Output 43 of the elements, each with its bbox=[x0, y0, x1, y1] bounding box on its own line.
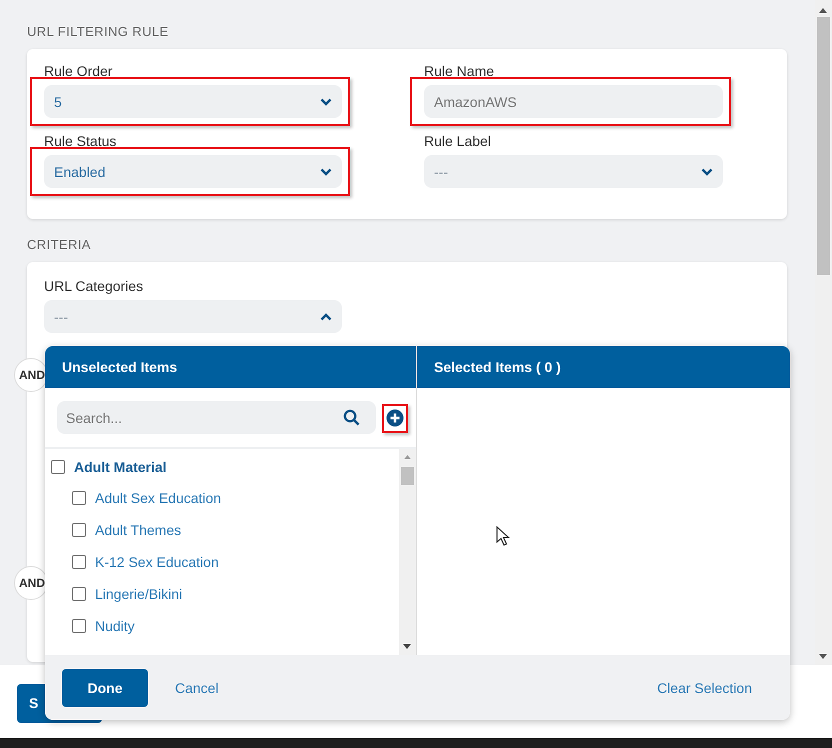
section-title: URL FILTERING RULE bbox=[27, 24, 170, 41]
category-item[interactable]: Adult Material bbox=[74, 459, 167, 475]
field-label: Rule Status bbox=[44, 133, 118, 151]
panel-header: Unselected Items bbox=[45, 346, 416, 388]
done-button[interactable]: Done bbox=[62, 668, 148, 706]
checkbox[interactable] bbox=[72, 619, 86, 633]
search-icon bbox=[343, 409, 360, 426]
scroll-thumb[interactable] bbox=[817, 17, 830, 275]
field-label: Rule Order bbox=[44, 63, 114, 81]
cancel-link[interactable]: Cancel bbox=[175, 680, 219, 696]
category-item[interactable]: Nudity bbox=[95, 618, 135, 634]
chevron-down-icon bbox=[701, 168, 713, 176]
select-field[interactable]: --- bbox=[44, 300, 342, 333]
category-item[interactable]: Adult Themes bbox=[95, 522, 182, 538]
chevron-down-icon bbox=[320, 98, 332, 106]
clear-selection-link[interactable]: Clear Selection bbox=[657, 680, 752, 696]
scrollbar[interactable] bbox=[399, 449, 416, 655]
category-item[interactable]: Lingerie/Bikini bbox=[95, 586, 182, 602]
chevron-down-icon bbox=[320, 168, 332, 176]
chevron-up-icon bbox=[320, 312, 332, 320]
category-item[interactable]: K-12 Sex Education bbox=[95, 554, 219, 570]
panel-header: Selected Items ( 0 ) bbox=[417, 346, 790, 388]
mouse-pointer-icon bbox=[496, 526, 510, 547]
scroll-up-icon[interactable] bbox=[819, 8, 827, 13]
text-field[interactable]: AmazonAWS bbox=[424, 85, 723, 118]
add-icon[interactable] bbox=[386, 408, 404, 426]
select-field[interactable]: Enabled bbox=[44, 155, 342, 188]
search-field[interactable]: Search... bbox=[57, 401, 376, 434]
select-field[interactable]: --- bbox=[424, 155, 723, 188]
field-label: Rule Name bbox=[424, 63, 496, 81]
select-field[interactable]: 5 bbox=[44, 85, 342, 118]
checkbox[interactable] bbox=[72, 523, 86, 537]
section-title: CRITERIA bbox=[27, 237, 92, 254]
scroll-down-icon[interactable] bbox=[403, 644, 411, 649]
checkbox[interactable] bbox=[72, 587, 86, 601]
scroll-thumb[interactable] bbox=[401, 467, 414, 485]
checkbox[interactable] bbox=[72, 555, 86, 569]
field-label: Rule Label bbox=[424, 133, 492, 151]
field-label: URL Categories bbox=[44, 278, 144, 296]
checkbox[interactable] bbox=[51, 460, 65, 474]
category-item[interactable]: Adult Sex Education bbox=[95, 490, 222, 506]
checkbox[interactable] bbox=[72, 491, 86, 505]
scroll-down-icon[interactable] bbox=[819, 654, 827, 659]
